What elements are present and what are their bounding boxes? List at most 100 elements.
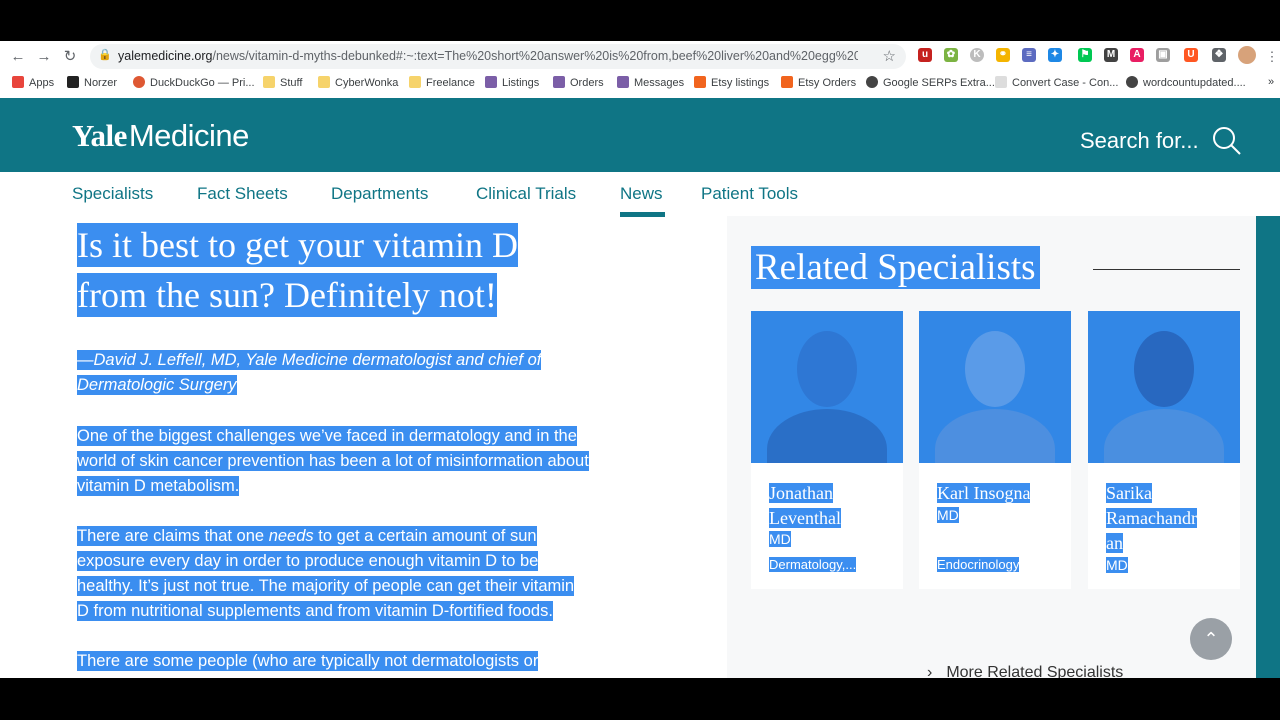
specialist-card[interactable]: Sarika Ramachandr an MD [1088,311,1240,589]
specialist-photo[interactable] [1088,311,1240,463]
bookmark-label: Apps [29,77,55,89]
main-content: Is it best to get your vitamin D from th… [0,216,1280,678]
bookmark-label: Stuff [280,77,303,89]
norzer-icon [67,76,79,88]
specialist-card[interactable]: Jonathan Leventhal MD Dermatology,... [751,311,903,589]
duckduckgo-icon [133,76,145,88]
article-paragraph: There are some people (who are typically… [77,649,677,674]
name-line: Karl Insogna [937,483,1031,503]
extension-icon[interactable]: ✦ [1048,48,1062,62]
extension-icon[interactable]: ⚑ [1078,48,1092,62]
bookmark-label: Google SERPs Extra... [883,77,995,89]
bookmark-freelance[interactable]: Freelance [409,76,475,89]
bookmark-cyberwonka[interactable]: CyberWonka [318,76,398,89]
bookmarks-bar: Apps Norzer DuckDuckGo — Pri... Stuff Cy… [0,73,1280,95]
menu-kebab-icon[interactable]: ⋮ [1262,47,1280,67]
specialist-photo[interactable] [919,311,1071,463]
extension-icon[interactable]: K [970,48,984,62]
specialist-name[interactable]: Jonathan Leventhal [769,481,889,531]
bookmark-norzer[interactable]: Norzer [67,76,117,89]
paragraph-line: healthy. It’s just not true. The majorit… [77,576,575,596]
paragraph-line: There are claims that one needs to get a… [77,526,537,546]
extension-icon[interactable]: M [1104,48,1118,62]
bookmark-listings[interactable]: Listings [485,76,539,89]
bookmark-convert-case[interactable]: Convert Case - Con... [995,76,1118,89]
extension-icon[interactable]: u [918,48,932,62]
specialist-credential: MD [937,507,959,523]
bookmark-google-serps[interactable]: Google SERPs Extra... [866,76,995,89]
forward-icon[interactable]: → [34,47,54,67]
tab-patient-tools[interactable]: Patient Tools [701,184,798,204]
tab-news[interactable]: News [620,184,663,204]
search-icon[interactable] [1212,126,1242,156]
address-bar[interactable]: 🔒 yalemedicine.org/news/vitamin-d-myths-… [90,44,906,69]
bookmark-label: Convert Case - Con... [1012,77,1119,89]
tab-clinical-trials[interactable]: Clinical Trials [476,184,576,204]
bookmark-apps[interactable]: Apps [12,76,54,89]
extension-icon[interactable]: A [1130,48,1144,62]
bookmark-orders[interactable]: Orders [553,76,604,89]
extension-icon[interactable]: ▣ [1156,48,1170,62]
tab-departments[interactable]: Departments [331,184,428,204]
logo-medicine: Medicine [128,118,250,153]
url-host: yalemedicine.org [118,49,213,63]
more-related-specialists-link[interactable]: › More Related Specialists [927,664,1123,678]
puzzle-icon[interactable]: ❖ [1212,48,1226,62]
article-paragraph: There are claims that one needs to get a… [77,524,677,624]
bookmark-etsy-listings[interactable]: Etsy listings [694,76,769,89]
bookmark-star-icon[interactable]: ☆ [883,47,896,65]
paragraph-line: There are some people (who are typically… [77,651,539,671]
video-bottom-bar [0,678,1280,720]
search-input[interactable]: Search for... [1080,128,1199,154]
globe-icon [866,76,878,88]
specialist-photo[interactable] [751,311,903,463]
credential-text: MD [769,531,791,547]
bookmark-messages[interactable]: Messages [617,76,684,89]
bookmarks-overflow-icon[interactable]: » [1268,76,1274,88]
heading-line: Is it best to get your vitamin D [77,223,518,267]
folder-icon [263,76,275,88]
extension-icon[interactable]: ✿ [944,48,958,62]
name-line: Jonathan [769,483,833,503]
bookmark-label: Etsy listings [711,77,770,89]
yale-medicine-logo[interactable]: YaleMedicine [72,118,249,154]
extension-icon[interactable]: U [1184,48,1198,62]
portrait-shoulders [1104,409,1224,463]
specialist-credential: MD [769,531,791,547]
tab-specialists[interactable]: Specialists [72,184,153,204]
extension-icon[interactable]: ⚭ [996,48,1010,62]
emphasis-text: needs [268,527,314,545]
bookmark-label: wordcountupdated.... [1143,77,1246,89]
specialist-name[interactable]: Karl Insogna [937,481,1057,506]
bookmark-stuff[interactable]: Stuff [263,76,302,89]
specialist-card[interactable]: Karl Insogna MD Endocrinology [919,311,1071,589]
bookmark-label: Norzer [84,77,118,89]
paragraph-line: vitamin D metabolism. [77,476,240,496]
profile-avatar[interactable] [1238,46,1256,64]
etsy-icon [781,76,793,88]
bookmark-label: Freelance [426,77,475,89]
specialist-specialty: Endocrinology [937,557,1020,572]
divider [1093,269,1240,270]
bookmark-etsy-orders[interactable]: Etsy Orders [781,76,856,89]
url-text[interactable]: yalemedicine.org/news/vitamin-d-myths-de… [118,49,858,63]
portrait-head [797,331,857,407]
folder-icon [318,76,330,88]
credential-text: MD [1106,557,1128,573]
specialist-credential: MD [1106,557,1128,573]
name-line: Leventhal [769,508,841,528]
bookmark-wordcount[interactable]: wordcountupdated.... [1126,76,1246,89]
bookmark-label: Messages [634,77,685,89]
specialty-text: Dermatology,... [769,557,857,572]
bookmark-label: Etsy Orders [798,77,857,89]
web-page: YaleMedicine Search for... Specialists F… [0,98,1280,678]
portrait-shoulders [767,409,887,463]
bookmark-label: Listings [502,77,540,89]
specialist-name[interactable]: Sarika Ramachandr an [1106,481,1226,556]
bookmark-duckduckgo[interactable]: DuckDuckGo — Pri... [133,76,255,89]
extension-icon[interactable]: ≡ [1022,48,1036,62]
scroll-to-top-button[interactable]: ⌃ [1190,618,1232,660]
tab-fact-sheets[interactable]: Fact Sheets [197,184,288,204]
reload-icon[interactable]: ↻ [60,47,80,67]
back-icon[interactable]: ← [8,47,28,67]
